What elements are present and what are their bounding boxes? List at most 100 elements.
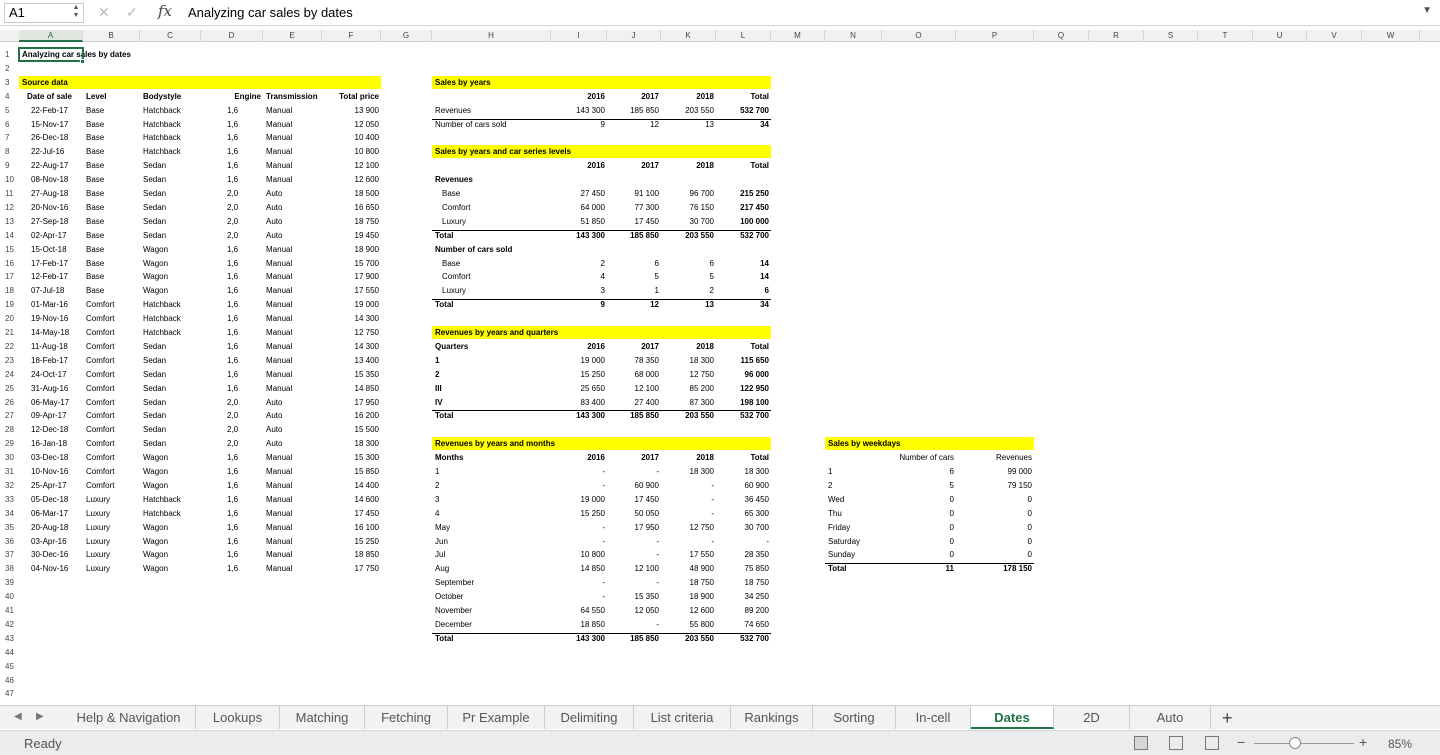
rev-months-value: 74 650 xyxy=(744,620,769,629)
column-header-w[interactable]: W xyxy=(1362,30,1420,42)
source-cell: Auto xyxy=(266,231,283,240)
source-cell: Sedan xyxy=(143,370,167,379)
tab-list-criteria[interactable]: List criteria xyxy=(634,706,731,729)
rev-months-row-label: Jun xyxy=(435,537,448,546)
rev-months-title: Revenues by years and months xyxy=(435,439,556,448)
column-header-k[interactable]: K xyxy=(661,30,716,42)
column-header-j[interactable]: J xyxy=(607,30,661,42)
column-header-d[interactable]: D xyxy=(201,30,263,42)
rev-months-row-label: 2 xyxy=(435,481,440,490)
tab-dates[interactable]: Dates xyxy=(971,706,1054,729)
zoom-slider-thumb[interactable] xyxy=(1289,737,1301,749)
page-layout-view-icon[interactable] xyxy=(1169,736,1183,750)
source-cell: Base xyxy=(86,106,105,115)
rev-months-value: - xyxy=(602,481,605,490)
column-header-s[interactable]: S xyxy=(1144,30,1198,42)
worksheet-grid[interactable]: Analyzing car sales by dates Source data D… xyxy=(0,47,1440,702)
fill-handle[interactable] xyxy=(80,59,85,64)
column-header-o[interactable]: O xyxy=(882,30,956,42)
tab-help-navigation[interactable]: Help & Navigation xyxy=(62,706,196,729)
tab-sorting[interactable]: Sorting xyxy=(813,706,896,729)
column-header-c[interactable]: C xyxy=(140,30,201,42)
column-header-b[interactable]: B xyxy=(83,30,140,42)
weekdays-col-header: Revenues xyxy=(995,453,1032,462)
sales-by-years-value: 185 850 xyxy=(630,106,659,115)
tab-rankings[interactable]: Rankings xyxy=(731,706,813,729)
sales-by-levels-value: 6 xyxy=(764,286,769,295)
name-box-dropdown-icon[interactable]: ▲ ▼ xyxy=(70,4,82,20)
column-header-m[interactable]: M xyxy=(771,30,825,42)
source-cell: Luxury xyxy=(86,564,111,573)
column-header-u[interactable]: U xyxy=(1253,30,1307,42)
column-header-n[interactable]: N xyxy=(825,30,882,42)
zoom-slider[interactable] xyxy=(1254,743,1354,744)
column-header-p[interactable]: P xyxy=(956,30,1034,42)
source-cell: 15 350 xyxy=(354,370,379,379)
zoom-in-button[interactable]: + xyxy=(1359,734,1367,750)
source-cell: 1,6 xyxy=(227,272,239,281)
column-header-a[interactable]: A xyxy=(19,30,83,42)
source-cell: 22-Feb-17 xyxy=(31,106,68,115)
tab-delimiting[interactable]: Delimiting xyxy=(545,706,634,729)
rev-months-value: 12 750 xyxy=(689,523,714,532)
expand-formula-bar-icon[interactable]: ▼ xyxy=(1422,5,1432,16)
insert-function-icon[interactable]: fx xyxy=(158,2,172,20)
prev-sheet-icon[interactable]: ◀ xyxy=(14,711,22,722)
source-cell: Sedan xyxy=(143,411,167,420)
column-header-l[interactable]: L xyxy=(716,30,771,42)
sales-by-levels-value: 96 700 xyxy=(689,189,714,198)
column-header-t[interactable]: T xyxy=(1198,30,1253,42)
tab-lookups[interactable]: Lookups xyxy=(196,706,280,729)
column-header-h[interactable]: H xyxy=(432,30,551,42)
enter-icon[interactable]: ✓ xyxy=(126,4,138,21)
sales-by-levels-value: 217 450 xyxy=(740,203,769,212)
column-header-v[interactable]: V xyxy=(1307,30,1362,42)
column-header-e[interactable]: E xyxy=(263,30,322,42)
source-cell: 25-Apr-17 xyxy=(31,481,67,490)
tab-2d[interactable]: 2D xyxy=(1054,706,1130,729)
weekdays-value: 0 xyxy=(1027,550,1032,559)
active-cell-selection[interactable] xyxy=(18,47,84,62)
source-cell: 1,6 xyxy=(227,564,239,573)
source-cell: Sedan xyxy=(143,231,167,240)
column-header-q[interactable]: Q xyxy=(1034,30,1089,42)
source-cell: Comfort xyxy=(86,370,115,379)
source-cell: 1,6 xyxy=(227,370,239,379)
next-sheet-icon[interactable]: ▶ xyxy=(36,711,44,722)
rev-quarters-row-label: III xyxy=(435,384,442,393)
rev-months-value: 65 300 xyxy=(744,509,769,518)
source-cell: Base xyxy=(86,133,105,142)
zoom-out-button[interactable]: − xyxy=(1237,734,1245,750)
tab-pr-example[interactable]: Pr Example xyxy=(448,706,545,729)
source-cell: 14 300 xyxy=(354,342,379,351)
column-header-g[interactable]: G xyxy=(381,30,432,42)
cancel-icon[interactable]: ✕ xyxy=(98,4,110,21)
tab-auto[interactable]: Auto xyxy=(1130,706,1211,729)
sales-by-levels-row-label: Base xyxy=(442,189,461,198)
source-cell: 1,6 xyxy=(227,147,239,156)
source-cell: Comfort xyxy=(86,328,115,337)
column-header-f[interactable]: F xyxy=(322,30,381,42)
tab-matching[interactable]: Matching xyxy=(280,706,365,729)
source-cell: Sedan xyxy=(143,384,167,393)
normal-view-icon[interactable] xyxy=(1134,736,1148,750)
source-cell: Comfort xyxy=(86,481,115,490)
source-cell: Sedan xyxy=(143,217,167,226)
source-cell: Comfort xyxy=(86,467,115,476)
source-col-header: Engine xyxy=(234,92,261,101)
source-cell: 08-Nov-18 xyxy=(31,175,69,184)
add-sheet-button[interactable]: + xyxy=(1222,708,1233,729)
column-header-i[interactable]: I xyxy=(551,30,607,42)
formula-input[interactable]: Analyzing car sales by dates xyxy=(188,5,353,20)
source-data-title: Source data xyxy=(22,78,68,87)
source-cell: Manual xyxy=(266,467,293,476)
sales-by-years-row-label: Revenues xyxy=(435,106,472,115)
source-cell: 2,0 xyxy=(227,398,239,407)
tab-fetching[interactable]: Fetching xyxy=(365,706,448,729)
column-header-r[interactable]: R xyxy=(1089,30,1144,42)
tab-in-cell[interactable]: In-cell xyxy=(896,706,971,729)
page-break-view-icon[interactable] xyxy=(1205,736,1219,750)
sales-by-years-value: 532 700 xyxy=(740,106,769,115)
sales-by-years-col-header: 2017 xyxy=(641,92,659,101)
source-cell: Wagon xyxy=(143,245,169,254)
